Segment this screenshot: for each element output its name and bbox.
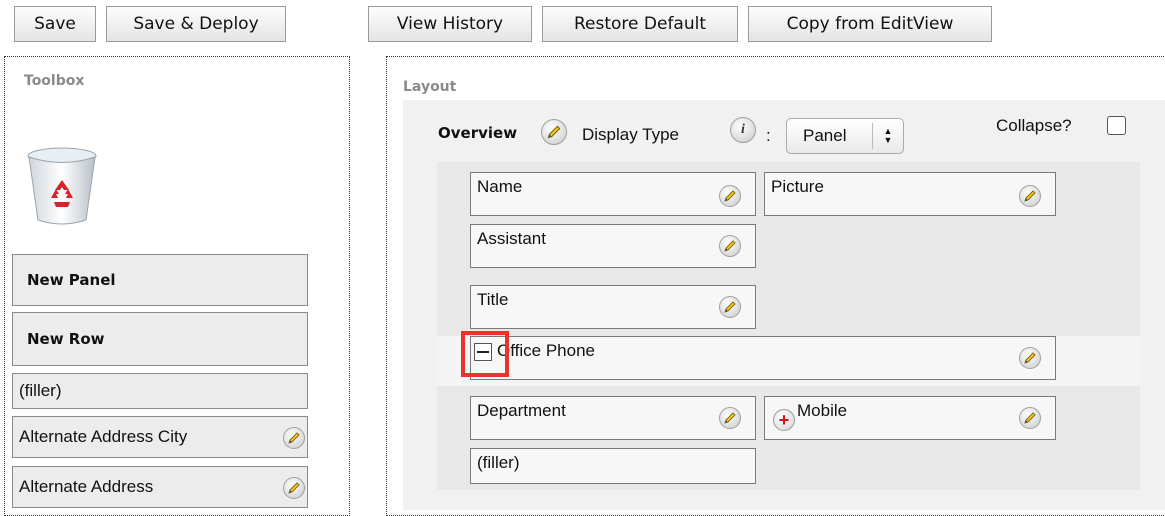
collapse-label: Collapse? bbox=[996, 116, 1072, 135]
field-label: Office Phone bbox=[497, 341, 595, 360]
toolbox-field-alternate-address-city[interactable]: Alternate Address City bbox=[12, 416, 308, 458]
save-button[interactable]: Save bbox=[14, 6, 96, 42]
display-type-label: Display Type bbox=[582, 125, 680, 144]
pencil-icon[interactable] bbox=[719, 235, 741, 257]
pencil-icon[interactable] bbox=[283, 477, 305, 499]
pencil-icon[interactable] bbox=[1019, 347, 1041, 369]
pencil-icon[interactable] bbox=[719, 407, 741, 429]
plus-icon[interactable]: + bbox=[773, 409, 795, 431]
restore-default-button[interactable]: Restore Default bbox=[542, 6, 738, 42]
view-history-button[interactable]: View History bbox=[368, 6, 532, 42]
pencil-icon[interactable] bbox=[1019, 185, 1041, 207]
new-panel-item[interactable]: New Panel bbox=[12, 254, 308, 306]
field-label: Alternate Address bbox=[19, 477, 154, 496]
info-icon[interactable]: i bbox=[730, 117, 756, 143]
pencil-icon[interactable] bbox=[719, 296, 741, 318]
pencil-icon[interactable] bbox=[1019, 407, 1041, 429]
select-arrows-icon: ▲ ▼ bbox=[872, 123, 903, 149]
field-department[interactable]: Department bbox=[470, 396, 756, 440]
field-picture[interactable]: Picture bbox=[764, 172, 1056, 216]
field-label: Picture bbox=[771, 177, 824, 196]
recycle-bin-icon[interactable] bbox=[24, 146, 100, 226]
display-type-value: Panel bbox=[803, 126, 847, 145]
field-assistant[interactable]: Assistant bbox=[470, 224, 756, 268]
field-label: Department bbox=[477, 401, 566, 420]
field-label: (filler) bbox=[477, 453, 520, 472]
field-label: Title bbox=[477, 290, 509, 309]
minus-icon[interactable] bbox=[474, 343, 492, 361]
field-label: Name bbox=[477, 177, 523, 196]
field-label: Alternate Address City bbox=[19, 427, 188, 446]
toolbox-title: Toolbox bbox=[24, 73, 85, 89]
panel-name: Overview bbox=[438, 124, 518, 142]
layout-title: Layout bbox=[403, 79, 457, 95]
new-row-item[interactable]: New Row bbox=[12, 312, 308, 366]
save-deploy-button[interactable]: Save & Deploy bbox=[106, 6, 286, 42]
collapse-checkbox[interactable] bbox=[1107, 116, 1126, 135]
field-title[interactable]: Title bbox=[470, 285, 756, 329]
pencil-icon[interactable] bbox=[283, 427, 305, 449]
field-filler[interactable]: (filler) bbox=[470, 448, 756, 484]
field-name[interactable]: Name bbox=[470, 172, 756, 216]
field-label: Mobile bbox=[797, 401, 848, 420]
field-mobile[interactable]: + Mobile bbox=[764, 396, 1056, 440]
display-type-colon: : bbox=[766, 126, 771, 145]
field-office-phone[interactable]: Office Phone bbox=[470, 336, 1056, 380]
field-label: Assistant bbox=[477, 229, 546, 248]
pencil-icon[interactable] bbox=[719, 185, 741, 207]
panel-pencil-icon[interactable] bbox=[541, 119, 567, 145]
display-type-select[interactable]: Panel ▲ ▼ bbox=[786, 118, 904, 154]
toolbox-field-alternate-address[interactable]: Alternate Address bbox=[12, 466, 308, 508]
toolbox-filler-item[interactable]: (filler) bbox=[12, 373, 308, 409]
copy-from-editview-button[interactable]: Copy from EditView bbox=[748, 6, 992, 42]
